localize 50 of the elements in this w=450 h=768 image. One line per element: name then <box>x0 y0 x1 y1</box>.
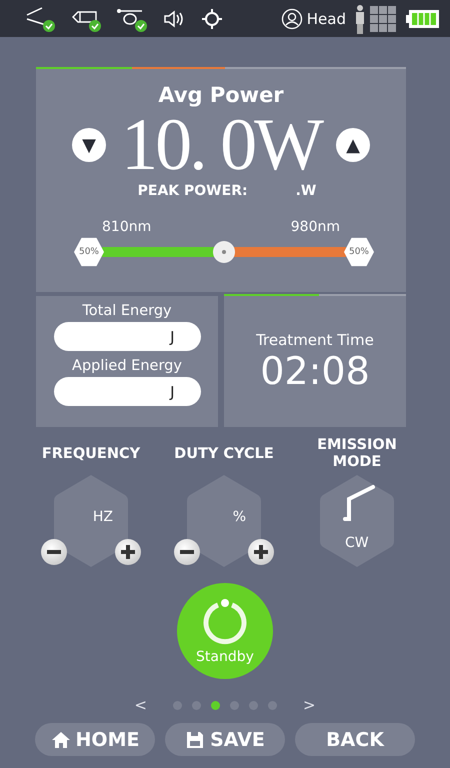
treatment-label: Treatment Time <box>256 330 374 348</box>
percent-badge: 50% <box>74 237 104 267</box>
unit-label: % <box>232 509 246 525</box>
grid-icon <box>370 6 396 32</box>
mode-button[interactable] <box>319 473 395 569</box>
previous-page[interactable]: < <box>118 696 163 714</box>
wavelength-label: 810nm <box>102 219 152 235</box>
page-dot[interactable] <box>192 700 201 710</box>
setting-title: DUTY CYCLE <box>174 444 274 464</box>
minus-button[interactable] <box>174 539 200 565</box>
battery-icon <box>406 8 440 28</box>
slider-thumb[interactable] <box>213 241 235 263</box>
energy-label: Applied Energy <box>72 358 182 374</box>
energy-field[interactable]: J <box>54 322 200 351</box>
page-dot[interactable] <box>268 700 277 710</box>
back-button[interactable]: BACK <box>295 723 415 756</box>
fiber-icon <box>24 4 56 32</box>
increase-button[interactable]: ▲ <box>336 128 370 162</box>
energy-label: Total Energy <box>82 303 172 319</box>
user-icon <box>280 8 303 30</box>
panel-title: Avg Power <box>157 83 285 107</box>
setting-title: EMISSION MODE <box>316 437 398 471</box>
mode-label: CW <box>345 535 369 551</box>
unit-label: HZ <box>92 509 113 525</box>
minus-icon <box>180 550 194 554</box>
treatment-time: 02:08 <box>260 348 370 392</box>
percent-badge: 50% <box>344 237 374 267</box>
setting-title: FREQUENCY <box>42 444 140 464</box>
plus-button[interactable] <box>248 539 274 565</box>
page-dot[interactable] <box>211 700 220 710</box>
home-button[interactable]: HOME <box>35 723 155 756</box>
home-icon <box>50 730 71 750</box>
plus-icon <box>121 545 135 559</box>
page-dot[interactable] <box>230 700 239 710</box>
plus-icon <box>254 545 268 559</box>
profile-label: Head <box>306 10 346 28</box>
page-dot[interactable] <box>249 700 258 710</box>
page-dot[interactable] <box>173 700 182 710</box>
peak-power-value: .W <box>296 183 316 199</box>
peak-power-label: PEAK POWER: <box>138 183 248 199</box>
energy-field[interactable]: J <box>54 377 200 406</box>
next-page[interactable]: > <box>287 696 332 714</box>
decrease-button[interactable]: ▼ <box>72 128 106 162</box>
crosshair-icon <box>200 6 224 30</box>
save-button[interactable]: SAVE <box>165 723 285 756</box>
plus-button[interactable] <box>115 539 141 565</box>
minus-icon <box>47 550 61 554</box>
wavelength-label: 980nm <box>290 219 340 235</box>
person-icon <box>354 4 366 34</box>
minus-button[interactable] <box>41 539 67 565</box>
